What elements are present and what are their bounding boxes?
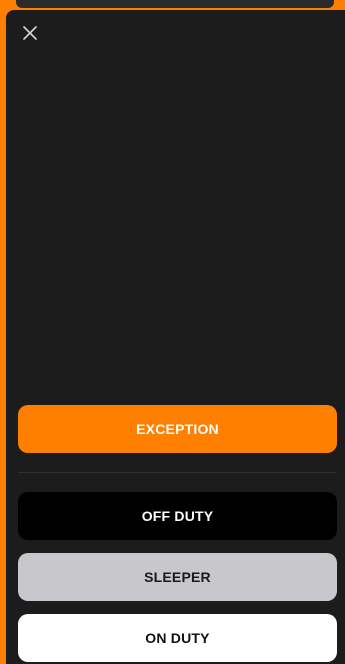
exception-button[interactable]: EXCEPTION — [18, 405, 337, 453]
on-duty-button-label: ON DUTY — [145, 630, 210, 646]
app-frame: EXCEPTION OFF DUTY SLEEPER ON DUTY — [0, 0, 345, 664]
off-duty-button[interactable]: OFF DUTY — [18, 492, 337, 540]
close-button[interactable] — [20, 23, 40, 43]
off-duty-button-label: OFF DUTY — [141, 508, 214, 524]
on-duty-button[interactable]: ON DUTY — [18, 614, 337, 662]
sleeper-button-label: SLEEPER — [144, 569, 211, 585]
background-sheet-edge — [16, 0, 334, 8]
divider — [18, 472, 337, 473]
sleeper-button[interactable]: SLEEPER — [18, 553, 337, 601]
close-icon — [23, 26, 37, 40]
exception-button-label: EXCEPTION — [136, 421, 219, 437]
